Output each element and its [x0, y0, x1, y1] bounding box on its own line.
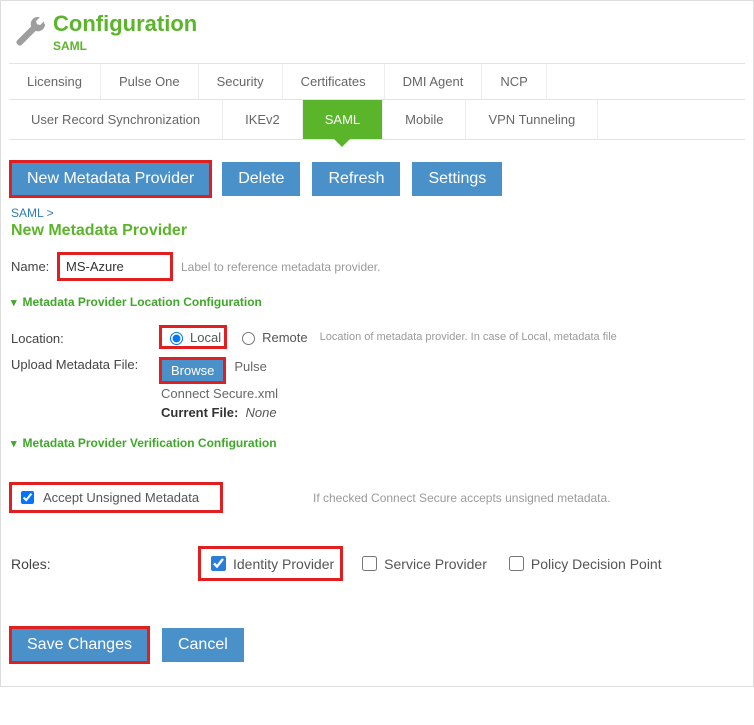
location-local-label: Local	[190, 330, 221, 345]
role-policy-decision-point-checkbox[interactable]	[509, 556, 524, 571]
delete-button[interactable]: Delete	[222, 162, 300, 196]
accept-unsigned-hint: If checked Connect Secure accepts unsign…	[313, 491, 611, 505]
current-file-value: None	[246, 405, 277, 420]
location-local-radio[interactable]	[170, 332, 183, 345]
page-subtitle: SAML	[53, 39, 197, 53]
save-changes-button[interactable]: Save Changes	[11, 628, 148, 662]
tab-vpn-tunneling[interactable]: VPN Tunneling	[466, 100, 598, 139]
page-title: Configuration	[53, 11, 197, 37]
location-local-group: Local	[161, 327, 225, 347]
section-location-config[interactable]: ▾ Metadata Provider Location Configurati…	[11, 295, 745, 309]
tab-saml[interactable]: SAML	[303, 100, 383, 139]
section-verification-config[interactable]: ▾ Metadata Provider Verification Configu…	[11, 436, 745, 450]
file-side-text: Pulse	[234, 359, 267, 374]
section-verification-label: Metadata Provider Verification Configura…	[23, 436, 277, 450]
current-file-label: Current File:	[161, 405, 238, 420]
selected-file-name: Connect Secure.xml	[161, 386, 743, 401]
wrench-icon	[13, 15, 47, 49]
name-row: Name: Label to reference metadata provid…	[11, 254, 743, 279]
tab-certificates[interactable]: Certificates	[283, 64, 385, 99]
roles-label: Roles:	[11, 556, 201, 572]
refresh-button[interactable]: Refresh	[312, 162, 400, 196]
upload-label: Upload Metadata File:	[11, 353, 161, 372]
location-remote-radio[interactable]	[242, 332, 255, 345]
role-service-provider-checkbox[interactable]	[362, 556, 377, 571]
chevron-down-icon: ▾	[11, 296, 17, 309]
location-remote-group: Remote	[233, 327, 312, 347]
role-policy-decision-point-group: Policy Decision Point	[505, 553, 662, 574]
footer-actions: Save Changes Cancel	[11, 628, 743, 662]
tab-mobile[interactable]: Mobile	[383, 100, 466, 139]
tab-security[interactable]: Security	[199, 64, 283, 99]
role-identity-provider-label: Identity Provider	[233, 556, 334, 572]
role-service-provider-group: Service Provider	[358, 553, 487, 574]
form-title: New Metadata Provider	[11, 222, 745, 240]
tab-user-record-sync[interactable]: User Record Synchronization	[9, 100, 223, 139]
section-location-label: Metadata Provider Location Configuration	[23, 295, 262, 309]
accept-unsigned-label: Accept Unsigned Metadata	[43, 490, 199, 505]
current-file-row: Current File: None	[161, 405, 743, 420]
role-identity-provider-checkbox[interactable]	[211, 556, 226, 571]
tab-ikev2[interactable]: IKEv2	[223, 100, 303, 139]
new-metadata-provider-button[interactable]: New Metadata Provider	[11, 162, 210, 196]
tab-pulse-one[interactable]: Pulse One	[101, 64, 199, 99]
accept-unsigned-checkbox[interactable]	[21, 491, 34, 504]
cancel-button[interactable]: Cancel	[162, 628, 244, 662]
toolbar: New Metadata Provider Delete Refresh Set…	[9, 162, 745, 196]
page-header: Configuration SAML	[9, 1, 745, 59]
browse-button[interactable]: Browse	[161, 359, 224, 382]
location-remote-label: Remote	[262, 330, 308, 345]
name-hint: Label to reference metadata provider.	[181, 260, 380, 274]
location-hint: Location of metadata provider. In case o…	[320, 331, 617, 343]
accept-unsigned-group: Accept Unsigned Metadata	[11, 484, 221, 511]
roles-row: Roles: Identity Provider Service Provide…	[11, 549, 743, 578]
breadcrumb[interactable]: SAML >	[11, 206, 745, 220]
role-identity-provider-group: Identity Provider	[201, 549, 340, 578]
chevron-down-icon: ▾	[11, 437, 17, 450]
role-service-provider-label: Service Provider	[384, 556, 487, 572]
tab-licensing[interactable]: Licensing	[9, 64, 101, 99]
tab-dmi-agent[interactable]: DMI Agent	[385, 64, 483, 99]
location-label: Location:	[11, 327, 161, 346]
role-policy-decision-point-label: Policy Decision Point	[531, 556, 662, 572]
name-label: Name:	[11, 259, 59, 274]
name-input[interactable]	[59, 254, 171, 279]
tab-ncp[interactable]: NCP	[482, 64, 546, 99]
tabs-secondary: User Record Synchronization IKEv2 SAML M…	[9, 100, 745, 140]
tabs-primary: Licensing Pulse One Security Certificate…	[9, 63, 745, 100]
settings-button[interactable]: Settings	[412, 162, 502, 196]
